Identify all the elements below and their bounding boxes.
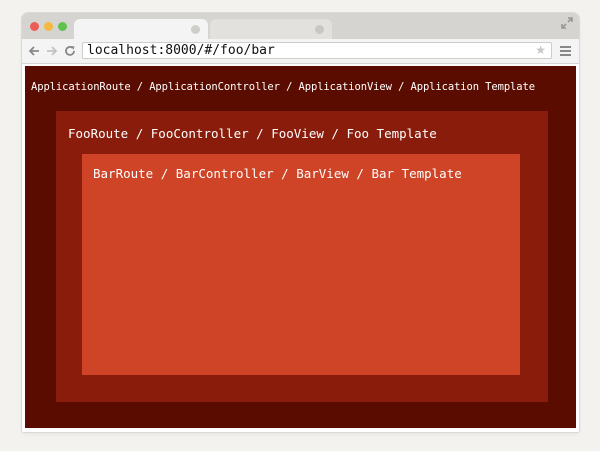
foo-layer-label: FooRoute / FooController / FooView / Foo…: [68, 126, 437, 141]
foo-template-layer: FooRoute / FooController / FooView / Foo…: [56, 111, 548, 402]
window-minimize-button[interactable]: [44, 22, 53, 31]
tab-inactive[interactable]: [210, 19, 332, 39]
browser-window: localhost:8000/#/foo/bar ★ ApplicationRo…: [22, 13, 579, 432]
page-viewport: ApplicationRoute / ApplicationController…: [22, 64, 579, 432]
forward-button[interactable]: [44, 43, 59, 58]
arrow-right-icon: [46, 45, 57, 56]
application-template-layer: ApplicationRoute / ApplicationController…: [25, 66, 576, 428]
address-bar-url: localhost:8000/#/foo/bar: [87, 43, 275, 58]
hamburger-menu-icon[interactable]: [560, 46, 571, 56]
bar-template-layer: BarRoute / BarController / BarView / Bar…: [82, 154, 520, 375]
arrow-left-icon: [28, 45, 39, 56]
application-layer-label: ApplicationRoute / ApplicationController…: [31, 81, 535, 93]
star-icon[interactable]: ★: [535, 44, 546, 57]
tab-close-icon[interactable]: [191, 25, 200, 34]
reload-icon: [64, 45, 75, 56]
expand-icon[interactable]: [561, 17, 573, 29]
tab-close-icon[interactable]: [315, 25, 324, 34]
back-button[interactable]: [26, 43, 41, 58]
window-maximize-button[interactable]: [58, 22, 67, 31]
reload-button[interactable]: [62, 43, 77, 58]
bar-layer-label: BarRoute / BarController / BarView / Bar…: [93, 166, 462, 181]
browser-toolbar: localhost:8000/#/foo/bar ★: [22, 39, 579, 64]
tab-active[interactable]: [74, 19, 208, 39]
window-close-button[interactable]: [30, 22, 39, 31]
address-bar[interactable]: localhost:8000/#/foo/bar ★: [82, 42, 552, 59]
tab-strip: [22, 13, 579, 39]
